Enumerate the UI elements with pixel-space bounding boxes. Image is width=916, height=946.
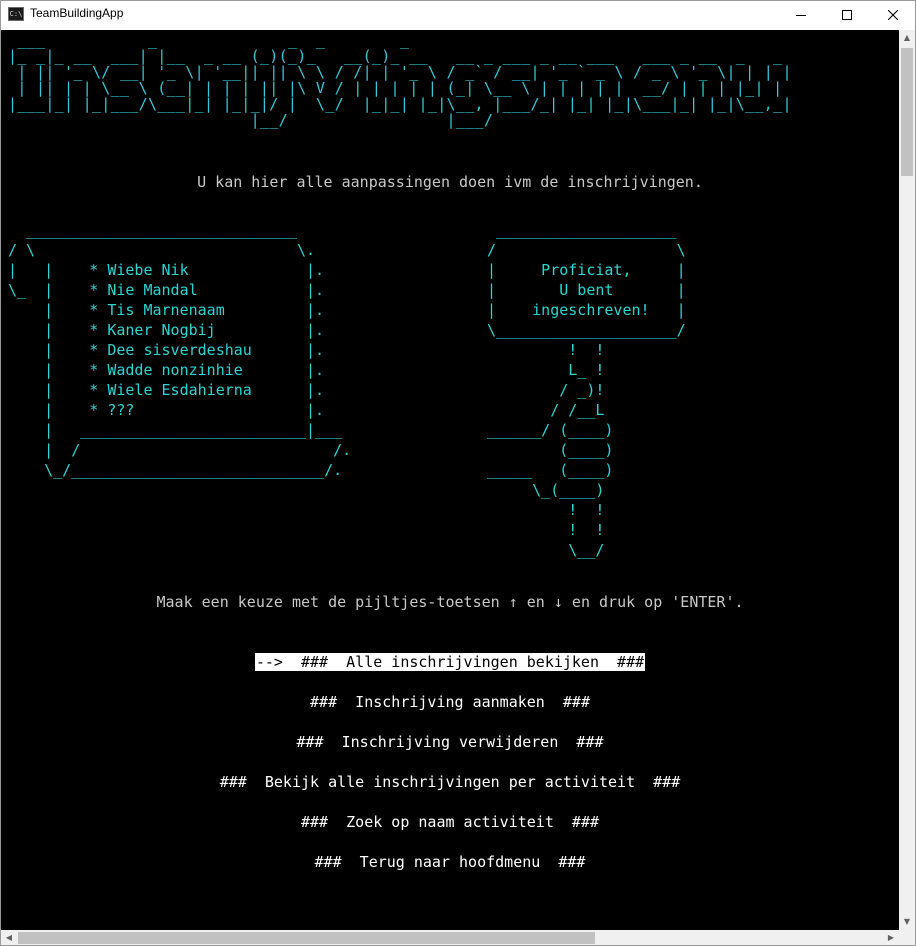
- vertical-scrollbar[interactable]: ▲ ▼: [899, 30, 915, 930]
- horizontal-scroll-thumb[interactable]: [18, 932, 595, 944]
- sign-art-line: ______/ (____): [487, 421, 614, 439]
- maximize-button[interactable]: [824, 1, 870, 30]
- scroll-art-line: | * Wadde nonzinhie |.: [8, 361, 325, 379]
- console-output[interactable]: ___ _ _ _ _ |_ _|_ __ ___| |__ _ __ (_)(…: [1, 30, 899, 930]
- sign-art-line: L_ !: [487, 361, 605, 379]
- menu-item[interactable]: ### Bekijk alle inschrijvingen per activ…: [1, 772, 899, 792]
- sign-art-line: | ingeschreven! |: [487, 301, 686, 319]
- menu-item-label: ### Bekijk alle inschrijvingen per activ…: [219, 773, 681, 791]
- title-bar[interactable]: C:\ TeamBuildingApp: [1, 1, 915, 30]
- close-button[interactable]: [870, 1, 915, 30]
- ascii-sign-art: ____________________ / \ | Proficiat, | | U…: [487, 220, 686, 560]
- maximize-icon: [842, 10, 852, 20]
- scroll-art-line: \_/____________________________/.: [8, 461, 343, 479]
- ascii-scroll-art: ______________________________ / \ \. | | …: [8, 220, 351, 480]
- console-app-icon: C:\: [8, 7, 24, 21]
- sign-art-line: / /__L: [487, 401, 605, 419]
- sign-art-line: | U bent |: [487, 281, 686, 299]
- sign-art-line: ! !: [487, 341, 605, 359]
- vertical-scroll-thumb[interactable]: [901, 48, 913, 176]
- menu-item-label: ### Terug naar hoofdmenu ###: [314, 853, 586, 871]
- sign-art-line: \__/: [487, 541, 605, 559]
- scroll-art-line: | * Tis Marnenaam |.: [8, 301, 325, 319]
- menu-item-label: ### Inschrijving aanmaken ###: [310, 693, 590, 711]
- chevron-up-icon[interactable]: ▲: [899, 30, 915, 46]
- window-title: TeamBuildingApp: [30, 6, 124, 20]
- sign-art-line: \_(____): [487, 481, 605, 499]
- chevron-left-icon[interactable]: ◀: [1, 930, 17, 945]
- scroll-art-line: | * ??? |.: [8, 401, 325, 419]
- menu-item[interactable]: --> ### Alle inschrijvingen bekijken ###: [1, 652, 899, 672]
- chevron-right-icon[interactable]: ▶: [883, 930, 899, 945]
- menu-item[interactable]: ### Inschrijving aanmaken ###: [1, 692, 899, 712]
- chevron-down-icon[interactable]: ▼: [899, 914, 915, 930]
- sign-art-line: ! !: [487, 501, 605, 519]
- menu-item[interactable]: ### Inschrijving verwijderen ###: [1, 732, 899, 752]
- scroll-art-line: | / /.: [8, 441, 352, 459]
- scroll-art-line: | | * Wiebe Nik |.: [8, 261, 325, 279]
- sign-art-line: / \: [487, 241, 686, 259]
- sign-art-line: ____________________: [487, 221, 677, 239]
- sign-art-line: _____ (____): [487, 461, 614, 479]
- sign-art-line: ! !: [487, 521, 605, 539]
- scrollbar-corner: [899, 930, 915, 945]
- scroll-art-line: | _________________________|___: [8, 421, 343, 439]
- close-icon: [888, 10, 898, 20]
- menu-item-label: ### Zoek op naam activiteit ###: [300, 813, 599, 831]
- menu-item-label: ### Inschrijving verwijderen ###: [296, 733, 604, 751]
- scroll-art-line: | * Wiele Esdahierna |.: [8, 381, 325, 399]
- scroll-art-line: ______________________________: [8, 221, 297, 239]
- sign-art-line: | Proficiat, |: [487, 261, 686, 279]
- menu-item-label: --> ### Alle inschrijvingen bekijken ###: [254, 653, 646, 671]
- sign-art-line: (____): [487, 441, 614, 459]
- sign-art-line: / _)!: [487, 381, 605, 399]
- horizontal-scrollbar[interactable]: ◀ ▶: [1, 930, 899, 945]
- instruction-text: Maak een keuze met de pijltjes-toetsen ↑…: [156, 593, 744, 611]
- minimize-icon: [796, 15, 806, 16]
- scroll-art-line: | * Dee sisverdeshau |.: [8, 341, 325, 359]
- console-window: C:\ TeamBuildingApp ___ _ _ _ _ |_ _|_ _…: [0, 0, 916, 946]
- scroll-art-line: / \ \.: [8, 241, 316, 259]
- menu-item[interactable]: ### Terug naar hoofdmenu ###: [1, 852, 899, 872]
- ascii-banner-title: ___ _ _ _ _ |_ _|_ __ ___| |__ _ __ (_)(…: [8, 31, 792, 129]
- scroll-art-line: | * Kaner Nogbij |.: [8, 321, 325, 339]
- menu-item[interactable]: ### Zoek op naam activiteit ###: [1, 812, 899, 832]
- minimize-button[interactable]: [778, 1, 824, 30]
- subtitle-text: U kan hier alle aanpassingen doen ivm de…: [197, 173, 703, 191]
- sign-art-line: \____________________/: [487, 321, 686, 339]
- scroll-art-line: \_ | * Nie Mandal |.: [8, 281, 325, 299]
